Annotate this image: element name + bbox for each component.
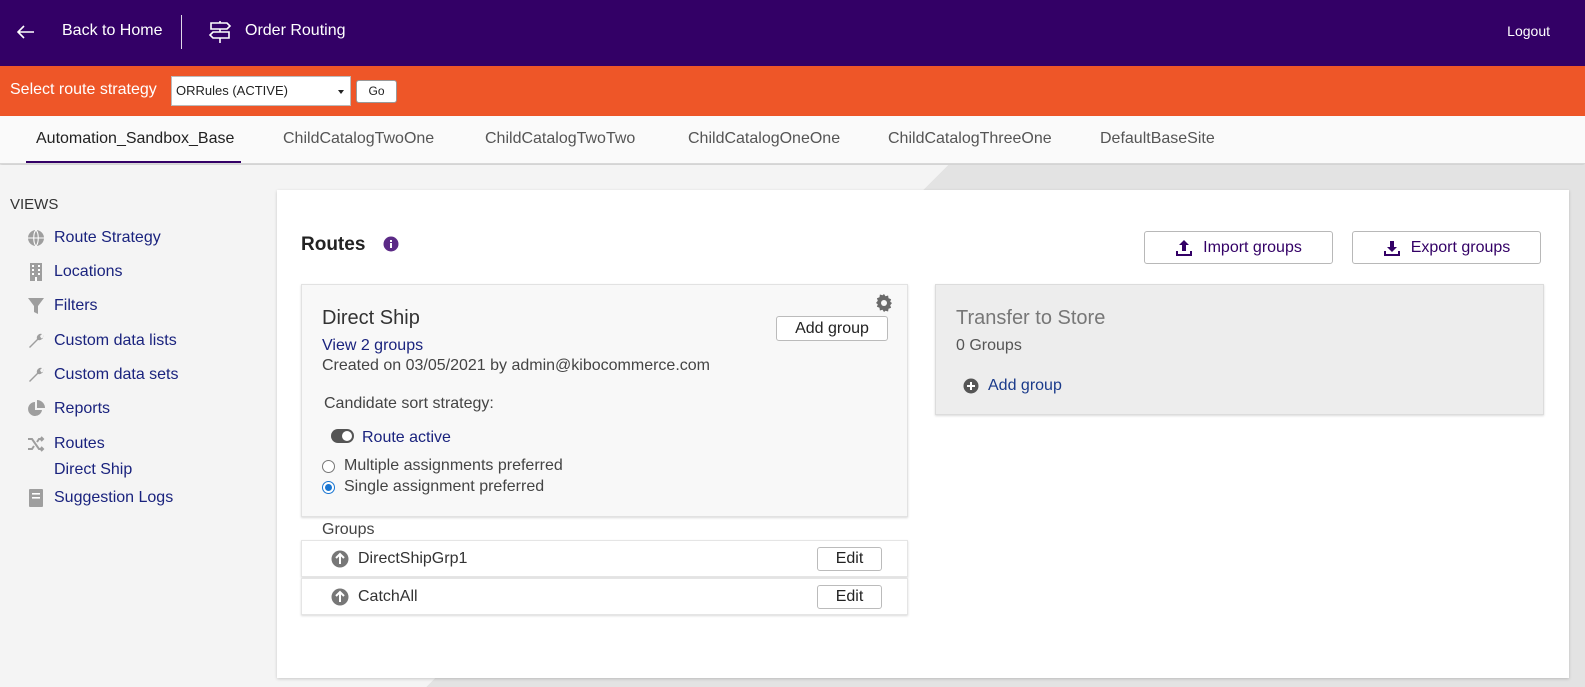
sidebar-item-reports[interactable]: Reports xyxy=(26,398,110,420)
signpost-icon xyxy=(208,20,232,44)
wrench-icon xyxy=(26,331,46,351)
radio-label: Multiple assignments preferred xyxy=(344,457,563,474)
group-row-catchall: CatchAll Edit xyxy=(301,578,908,615)
top-bar: Back to Home Order Routing Logout xyxy=(0,0,1585,66)
sidebar-item-custom-data-lists[interactable]: Custom data lists xyxy=(26,330,177,352)
group-name: DirectShipGrp1 xyxy=(358,550,468,567)
sidebar-subitem-direct-ship[interactable]: Direct Ship xyxy=(54,461,132,479)
routes-panel: Routes Import groups Export groups Direc… xyxy=(277,190,1569,678)
back-arrow-icon[interactable] xyxy=(16,21,36,43)
radio-multiple-assignments[interactable]: Multiple assignments preferred xyxy=(322,457,563,475)
app-title: Order Routing xyxy=(245,22,346,39)
book-icon xyxy=(26,488,46,508)
upload-icon xyxy=(1176,239,1193,256)
plus-circle-icon xyxy=(963,378,979,394)
import-groups-label: Import groups xyxy=(1203,238,1302,256)
sidebar-item-label: Locations xyxy=(54,263,123,280)
sidebar-item-label: Filters xyxy=(54,297,98,314)
add-group-label: Add group xyxy=(988,377,1062,394)
info-icon[interactable] xyxy=(383,236,399,252)
group-row-directshipgrp1: DirectShipGrp1 Edit xyxy=(301,540,908,577)
tab-childcatalogthreeone[interactable]: ChildCatalogThreeOne xyxy=(888,130,1052,148)
shuffle-icon xyxy=(26,434,46,454)
tab-automation-sandbox-base[interactable]: Automation_Sandbox_Base xyxy=(36,130,234,148)
radio-button[interactable] xyxy=(322,459,335,473)
route-active-toggle[interactable] xyxy=(331,429,354,443)
group-count: 0 Groups xyxy=(956,337,1022,354)
sidebar: VIEWS Route Strategy Locations Filters C… xyxy=(0,165,270,687)
sidebar-item-locations[interactable]: Locations xyxy=(26,261,123,283)
toggle-knob xyxy=(342,431,352,441)
sidebar-item-filters[interactable]: Filters xyxy=(26,295,98,317)
strategy-label: Select route strategy xyxy=(10,81,157,98)
edit-group-button[interactable]: Edit xyxy=(817,585,882,609)
route-active-label: Route active xyxy=(362,429,451,446)
views-section-label: VIEWS xyxy=(10,196,59,213)
strategy-select-value: ORRules (ACTIVE) xyxy=(176,83,288,98)
pie-chart-icon xyxy=(26,399,46,419)
wrench-icon xyxy=(26,365,46,385)
sidebar-item-label: Reports xyxy=(54,400,111,417)
export-groups-label: Export groups xyxy=(1410,238,1511,256)
edit-group-button[interactable]: Edit xyxy=(817,547,882,571)
view-groups-link[interactable]: View 2 groups xyxy=(322,337,423,355)
active-tab-indicator xyxy=(26,161,241,163)
sidebar-item-label: Route Strategy xyxy=(54,229,161,246)
route-card-direct-ship: Direct Ship View 2 groups Created on 03/… xyxy=(301,284,908,517)
go-button[interactable]: Go xyxy=(356,80,397,103)
route-name: Direct Ship xyxy=(322,307,420,329)
tab-defaultbasesite[interactable]: DefaultBaseSite xyxy=(1100,130,1215,148)
route-card-transfer-to-store: Transfer to Store 0 Groups Add group xyxy=(935,284,1544,415)
add-group-link[interactable]: Add group xyxy=(963,377,1062,395)
arrow-up-circle-icon[interactable] xyxy=(331,550,349,568)
export-groups-button[interactable]: Export groups xyxy=(1352,231,1541,264)
building-icon xyxy=(26,262,46,282)
radio-label: Single assignment preferred xyxy=(344,478,545,495)
tab-childcatalogoneone[interactable]: ChildCatalogOneOne xyxy=(688,130,840,148)
download-icon xyxy=(1383,240,1400,256)
tab-childcatalogtwotwo[interactable]: ChildCatalogTwoTwo xyxy=(485,130,635,148)
logout-link[interactable]: Logout xyxy=(1507,23,1550,39)
back-to-home-link[interactable]: Back to Home xyxy=(62,22,162,40)
site-tabs: Automation_Sandbox_Base ChildCatalogTwoO… xyxy=(0,116,1585,164)
tab-childcatalogtwoone[interactable]: ChildCatalogTwoOne xyxy=(283,130,434,148)
sidebar-item-label: Routes xyxy=(54,435,105,452)
sort-strategy-label: Candidate sort strategy: xyxy=(324,395,494,412)
groups-heading: Groups xyxy=(322,521,375,538)
import-groups-button[interactable]: Import groups xyxy=(1144,231,1333,264)
gear-icon[interactable] xyxy=(875,294,893,312)
route-name: Transfer to Store xyxy=(956,307,1106,329)
strategy-select[interactable]: ORRules (ACTIVE) xyxy=(171,76,351,106)
sidebar-item-route-strategy[interactable]: Route Strategy xyxy=(26,227,161,249)
globe-icon xyxy=(26,228,46,248)
group-name: CatchAll xyxy=(358,588,418,605)
filter-icon xyxy=(26,296,46,316)
created-info: Created on 03/05/2021 by admin@kibocomme… xyxy=(322,357,710,374)
sidebar-item-suggestion-logs[interactable]: Suggestion Logs xyxy=(26,487,173,509)
strategy-bar: Select route strategy ORRules (ACTIVE) G… xyxy=(0,66,1585,116)
arrow-up-circle-icon[interactable] xyxy=(331,588,349,606)
header-divider xyxy=(181,15,182,49)
radio-single-assignment[interactable]: Single assignment preferred xyxy=(322,478,544,496)
radio-button[interactable] xyxy=(322,480,335,494)
sidebar-item-routes[interactable]: Routes xyxy=(26,433,105,455)
caret-down-icon xyxy=(338,90,344,94)
sidebar-item-custom-data-sets[interactable]: Custom data sets xyxy=(26,364,179,386)
add-group-button[interactable]: Add group xyxy=(776,316,888,341)
sidebar-item-label: Custom data lists xyxy=(54,332,177,349)
sidebar-item-label: Suggestion Logs xyxy=(54,489,174,506)
page-title: Routes xyxy=(301,234,366,255)
sidebar-item-label: Custom data sets xyxy=(54,366,179,383)
